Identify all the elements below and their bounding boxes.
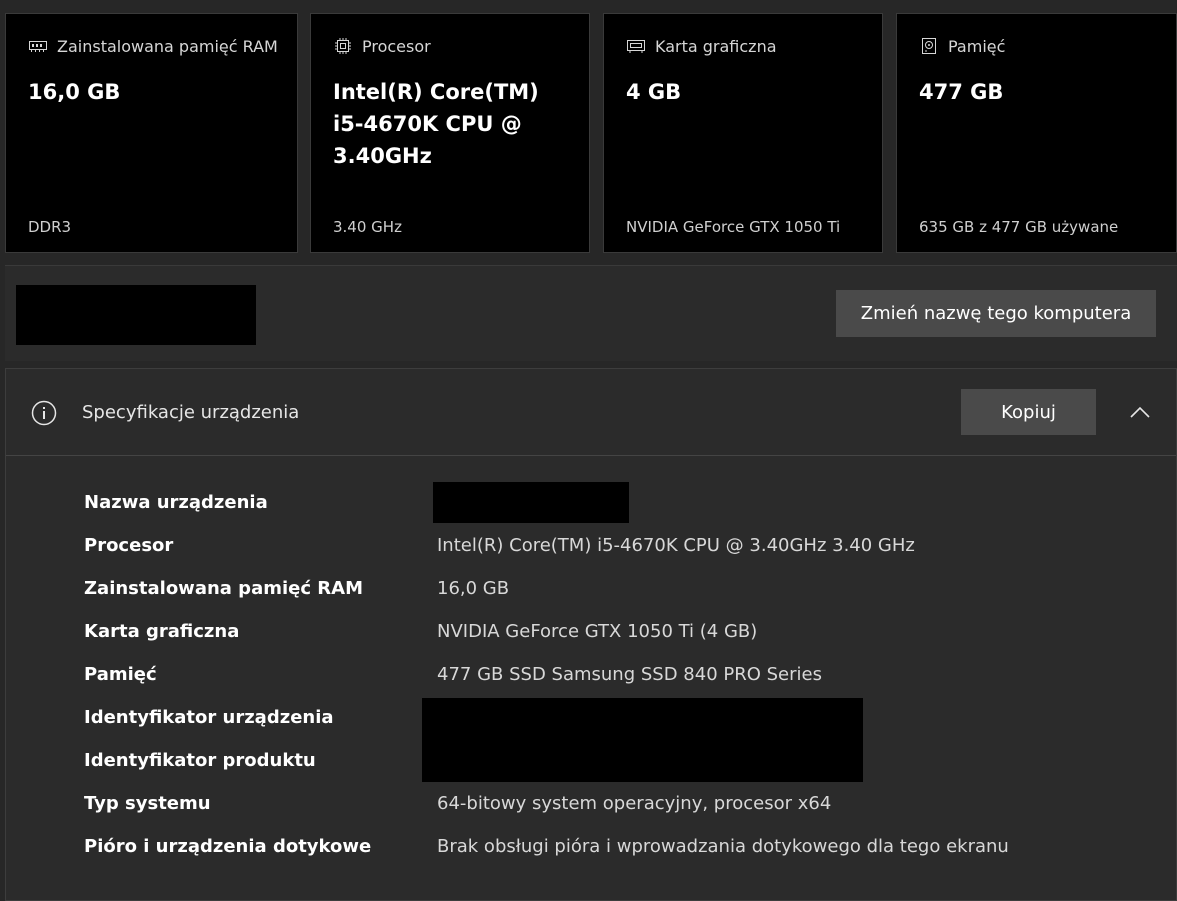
spec-key: Karta graficzna: [84, 621, 240, 642]
spec-key: Procesor: [84, 535, 174, 556]
storage-icon: [919, 36, 939, 56]
rename-pc-button[interactable]: Zmień nazwę tego komputera: [836, 290, 1156, 337]
gpu-card: Karta graficzna 4 GB NVIDIA GeForce GTX …: [603, 13, 883, 253]
spec-title: Specyfikacje urządzenia: [82, 402, 300, 423]
spec-value: Intel(R) Core(TM) i5-4670K CPU @ 3.40GHz…: [437, 535, 915, 556]
storage-card-header: Pamięć: [919, 36, 1005, 56]
spec-value: 16,0 GB: [437, 578, 510, 599]
redacted-device-product-ids: [422, 698, 863, 782]
rename-panel: Zmień nazwę tego komputera: [5, 265, 1177, 361]
gpu-card-value: 4 GB: [626, 80, 682, 104]
spec-value: 64-bitowy system operacyjny, procesor x6…: [437, 793, 832, 814]
spec-value: Brak obsługi pióra i wprowadzania dotyko…: [437, 836, 1009, 857]
storage-card: Pamięć 477 GB 635 GB z 477 GB używane: [896, 13, 1177, 253]
copy-button[interactable]: Kopiuj: [961, 389, 1096, 435]
cpu-icon: [333, 36, 353, 56]
chevron-up-icon[interactable]: [1128, 401, 1152, 425]
storage-card-value: 477 GB: [919, 80, 1004, 104]
ram-card-label: Zainstalowana pamięć RAM: [57, 36, 278, 56]
ram-card-sub: DDR3: [28, 218, 72, 236]
spec-key: Zainstalowana pamięć RAM: [84, 578, 363, 599]
cpu-card-sub: 3.40 GHz: [333, 218, 402, 236]
redacted-device-name: [433, 482, 629, 523]
gpu-card-header: Karta graficzna: [626, 36, 777, 56]
storage-card-label: Pamięć: [948, 36, 1006, 56]
redacted-computer-name: [16, 285, 256, 345]
device-specifications-panel: Specyfikacje urządzenia Kopiuj Nazwa urz…: [5, 368, 1177, 901]
spec-header[interactable]: Specyfikacje urządzenia Kopiuj: [6, 369, 1176, 456]
spec-key: Pamięć: [84, 664, 157, 685]
spec-value: NVIDIA GeForce GTX 1050 Ti (4 GB): [437, 621, 758, 642]
ram-card: Zainstalowana pamięć RAM 16,0 GB DDR3: [5, 13, 298, 253]
cpu-card-value: Intel(R) Core(TM) i5-4670K CPU @ 3.40GHz: [333, 80, 539, 168]
spec-value: 477 GB SSD Samsung SSD 840 PRO Series: [437, 664, 822, 685]
cpu-card: Procesor Intel(R) Core(TM) i5-4670K CPU …: [310, 13, 590, 253]
gpu-icon: [626, 36, 646, 56]
spec-key: Pióro i urządzenia dotykowe: [84, 836, 372, 857]
cpu-card-label: Procesor: [362, 36, 431, 56]
ram-card-value: 16,0 GB: [28, 80, 121, 104]
info-icon: [31, 400, 57, 426]
gpu-card-sub: NVIDIA GeForce GTX 1050 Ti: [626, 218, 841, 236]
ram-icon: [28, 36, 48, 56]
gpu-card-label: Karta graficzna: [655, 36, 777, 56]
cpu-card-header: Procesor: [333, 36, 431, 56]
ram-card-header: Zainstalowana pamięć RAM: [28, 36, 278, 56]
spec-key: Typ systemu: [84, 793, 211, 814]
storage-card-sub: 635 GB z 477 GB używane: [919, 218, 1119, 236]
spec-key: Nazwa urządzenia: [84, 492, 268, 513]
spec-key: Identyfikator urządzenia: [84, 707, 334, 728]
spec-key: Identyfikator produktu: [84, 750, 316, 771]
